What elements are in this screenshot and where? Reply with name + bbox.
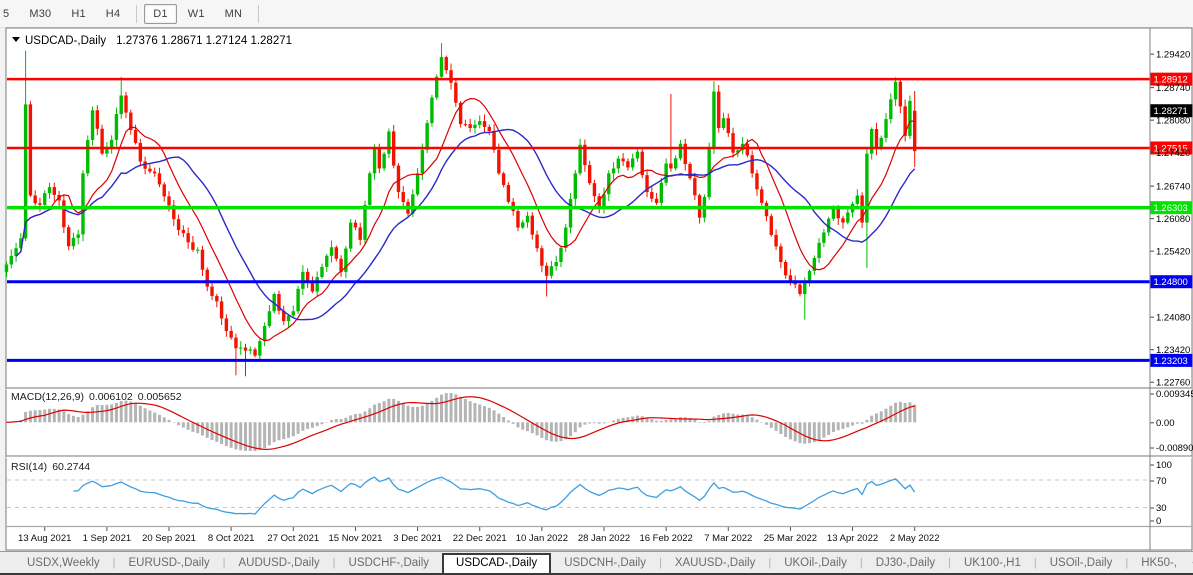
price-axis-tick: 1.28740 (1156, 83, 1190, 94)
date-axis-tick: 2 May 2022 (890, 533, 940, 544)
chart-window-frame (6, 28, 1192, 550)
chart-canvas[interactable]: 1.289121.275151.263031.248001.23203 1.29… (0, 0, 1193, 575)
date-axis-tick: 13 Aug 2021 (18, 533, 71, 544)
price-axis-tick: 1.29420 (1156, 50, 1190, 61)
tab-dj30-daily[interactable]: DJ30-,Daily (863, 554, 948, 573)
tab-usoil-daily[interactable]: USOil-,Daily (1037, 554, 1126, 573)
tab-uk100-h1[interactable]: UK100-,H1 (951, 554, 1034, 573)
price-axis-tick: 1.25420 (1156, 247, 1190, 258)
price-axis-tick: 1.24080 (1156, 313, 1190, 324)
tab-eurusd-daily[interactable]: EURUSD-,Daily (116, 554, 223, 573)
date-axis-tick: 3 Dec 2021 (393, 533, 442, 544)
price-axis-tick: 1.26740 (1156, 182, 1190, 193)
date-axis-tick: 20 Sep 2021 (142, 533, 196, 544)
date-axis-tick: 10 Jan 2022 (516, 533, 568, 544)
price-axis-tick: 1.26080 (1156, 214, 1190, 225)
tab-usdcnh-daily[interactable]: USDCNH-,Daily (551, 554, 659, 573)
macd-axis-tick: 0.009345 (1156, 389, 1193, 400)
rsi-axis-tick: 100 (1156, 460, 1172, 471)
chart-symbol-period: USDCAD-,Daily (25, 35, 106, 47)
price-axis-tick: 1.23420 (1156, 345, 1190, 356)
date-axis-tick: 28 Jan 2022 (578, 533, 630, 544)
symbol-tabs-bar: USDX,Weekly|EURUSD-,Daily|AUDUSD-,Daily|… (0, 551, 1193, 575)
tab-hk50[interactable]: HK50-, (1128, 554, 1190, 573)
date-axis-tick: 15 Nov 2021 (329, 533, 383, 544)
date-axis-tick: 16 Feb 2022 (639, 533, 692, 544)
current-price-badge: 1.28271 (1154, 106, 1188, 117)
macd-axis-tick: -0.008902 (1156, 443, 1193, 454)
tab-ukoil-daily[interactable]: UKOil-,Daily (771, 554, 860, 573)
price-axis-tick: 1.22760 (1156, 378, 1190, 389)
date-axis-tick: 13 Apr 2022 (827, 533, 878, 544)
tab-usdchf-daily[interactable]: USDCHF-,Daily (336, 554, 443, 573)
chart-title-line: USDCAD-,Daily 1.27376 1.28671 1.27124 1.2… (25, 35, 292, 47)
price-axis-tick: 1.28080 (1156, 116, 1190, 127)
tab-usdcad-daily[interactable]: USDCAD-,Daily (442, 553, 551, 573)
date-axis-tick: 7 Mar 2022 (704, 533, 752, 544)
date-axis-tick: 1 Sep 2021 (83, 533, 132, 544)
date-axis-tick: 8 Oct 2021 (208, 533, 254, 544)
tab-usdx-weekly[interactable]: USDX,Weekly (14, 554, 113, 573)
date-axis-tick: 27 Oct 2021 (267, 533, 319, 544)
rsi-axis-tick: 70 (1156, 476, 1167, 487)
price-level-badge: 1.24800 (1154, 277, 1188, 288)
price-level-badge: 1.26303 (1154, 203, 1188, 214)
macd-axis-tick: 0.00 (1156, 418, 1175, 429)
chart-ohlc-values: 1.27376 1.28671 1.27124 1.28271 (116, 35, 292, 47)
rsi-axis-tick: 30 (1156, 503, 1167, 514)
price-level-badge: 1.23203 (1154, 356, 1188, 367)
tab-audusd-daily[interactable]: AUDUSD-,Daily (226, 554, 333, 573)
tab-xauusd-daily[interactable]: XAUUSD-,Daily (662, 554, 769, 573)
date-axis-tick: 22 Dec 2021 (453, 533, 507, 544)
date-axis-tick: 25 Mar 2022 (764, 533, 817, 544)
macd-label: MACD(12,26,9)0.0061020.005652 (11, 391, 182, 403)
price-axis-tick: 1.27420 (1156, 148, 1190, 159)
rsi-axis-tick: 0 (1156, 516, 1161, 527)
